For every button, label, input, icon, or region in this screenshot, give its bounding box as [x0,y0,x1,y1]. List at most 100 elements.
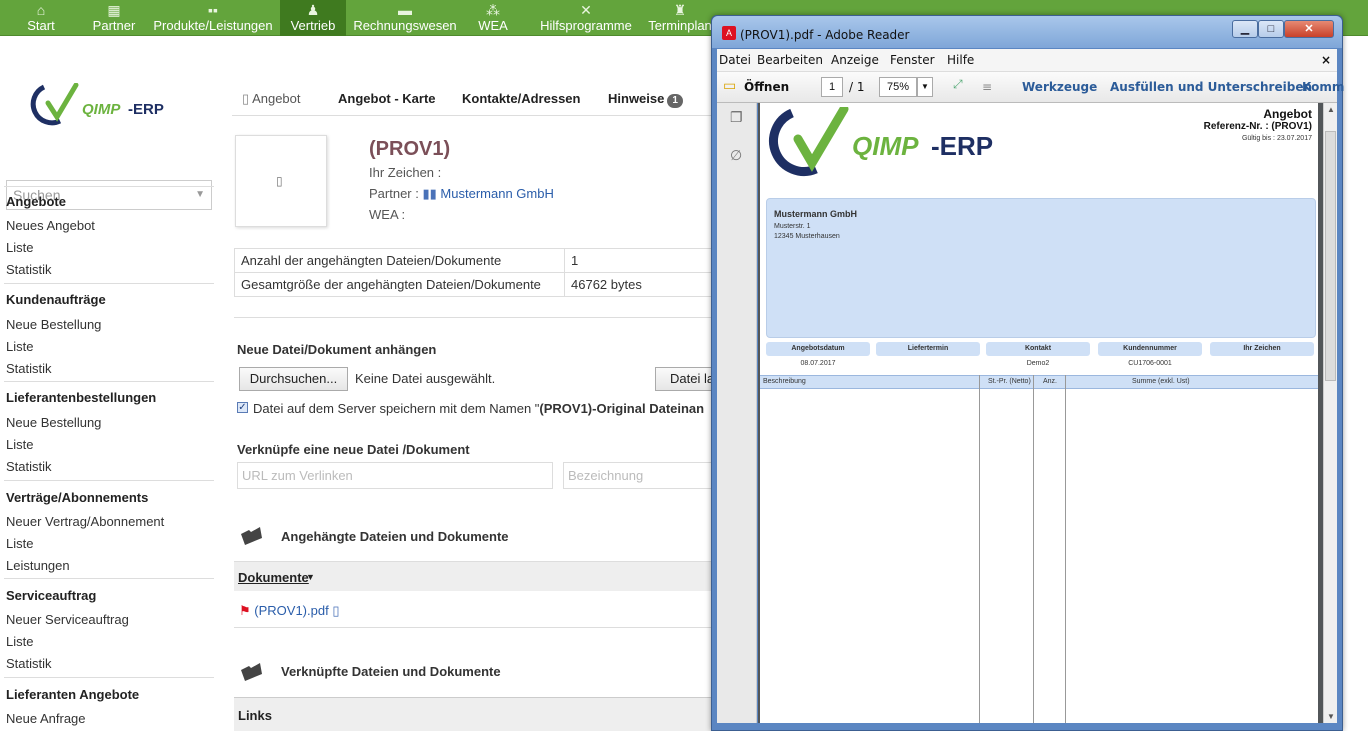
sidebar-link[interactable]: Statistik [6,262,52,277]
attachment-info-table: Anzahl der angehängten Dateien/Dokumente… [234,248,714,297]
chevron-down-icon[interactable]: ▼ [917,77,933,97]
tools-icon: ✕ [580,2,592,18]
sidebar-link[interactable]: Statistik [6,361,52,376]
documents-header[interactable]: Dokumente ▼ [234,561,714,591]
menu-bearbeiten[interactable]: Bearbeiten [757,53,823,67]
sidebar-link[interactable]: Neuer Serviceauftrag [6,612,129,627]
scrollbar-thumb[interactable] [1325,131,1336,381]
vertical-scrollbar[interactable]: ▲ ▼ [1323,103,1337,723]
table-cell: 46762 bytes [564,272,714,297]
attachment-icon[interactable]: ∅ [730,147,742,164]
pdf-street: Musterstr. 1 [774,223,811,230]
partner-link[interactable]: Mustermann GmbH [440,186,553,201]
nav-accounting[interactable]: ▬ Rechnungswesen [346,0,464,36]
reader-menubar: Datei Bearbeiten Anzeige Fenster Hilfe × [717,49,1337,71]
sidebar-link[interactable]: Liste [6,437,33,452]
scroll-down-icon[interactable]: ▼ [1327,712,1335,721]
page-title: (PROV1) [369,138,451,160]
folder-open-icon[interactable]: ▭ [723,78,736,94]
zoom-select[interactable]: 75% [879,77,917,97]
page-number-input[interactable]: 1 [821,77,843,97]
sidebar-link[interactable]: Leistungen [6,558,70,573]
section-heading: Neue Datei/Dokument anhängen [237,342,437,357]
document-icon: ▯ [276,174,283,188]
sidebar-link[interactable]: Statistik [6,656,52,671]
document-thumbnail[interactable]: ▯ [235,135,327,227]
nav-schedule[interactable]: ♜ Terminplan [644,0,716,36]
name-input[interactable]: Bezeichnung [563,462,713,489]
url-input[interactable]: URL zum Verlinken [237,462,553,489]
nav-start[interactable]: ⌂ Start [0,0,82,36]
divider [4,283,214,284]
tab-hinweise[interactable]: Hinweise 1 [608,91,683,108]
comment-button[interactable]: Komm [1302,80,1344,94]
tools-button[interactable]: Werkzeuge [1022,80,1097,94]
pdf-column-header: Kontakt [986,342,1090,356]
section-title: Lieferanten Angebote [6,687,140,702]
save-name-checkbox[interactable]: ✓ [237,402,248,413]
sidebar-link[interactable]: Neue Bestellung [6,415,101,430]
close-button[interactable]: ✕ [1284,20,1334,38]
links-header: Links [234,697,714,731]
pdf-company: Mustermann GmbH [774,209,858,219]
menu-anzeige[interactable]: Anzeige [831,53,879,67]
svg-text:QIMP: QIMP [852,131,919,161]
open-button[interactable]: Öffnen [744,80,789,94]
divider [4,677,214,678]
nav-partner[interactable]: ▦ Partner [82,0,146,36]
more-tools-icon[interactable]: ≡ [982,80,992,94]
nav-wea[interactable]: ⁂ WEA [464,0,522,36]
sidebar-link[interactable]: Neue Bestellung [6,317,101,332]
pdf-table-line [979,375,980,723]
pdf-viewport[interactable]: QIMP -ERP Angebot Referenz-Nr. : (PROV1)… [758,103,1324,723]
pdf-icon: ⚑ [239,603,251,618]
nav-tools[interactable]: ✕ Hilfsprogramme [532,0,640,36]
reader-navigation-pane: ❐ ∅ [717,103,757,723]
reader-titlebar[interactable]: A (PROV1).pdf - Adobe Reader ▁ □ ✕ [712,16,1342,48]
table-row: Anzahl der angehängten Dateien/Dokumente… [234,248,714,273]
tab-kontakte[interactable]: Kontakte/Adressen [462,91,580,106]
divider [4,381,214,382]
sidebar-link[interactable]: Liste [6,240,33,255]
products-icon: ▪▪ [208,2,218,18]
section-heading: Verknüpfte Dateien und Dokumente [281,664,501,679]
upload-button[interactable]: Datei la [655,367,715,391]
sidebar-link[interactable]: Neues Angebot [6,218,95,233]
pdf-reference: Referenz-Nr. : (PROV1) [1203,121,1312,132]
sidebar-link[interactable]: Neue Anfrage [6,711,86,726]
minimize-button[interactable]: ▁ [1232,20,1258,38]
pages-icon[interactable]: ❐ [730,109,743,126]
nav-products[interactable]: ▪▪ Produkte/Leistungen [146,0,280,36]
divider [4,186,214,187]
sidebar-link[interactable]: Liste [6,634,33,649]
pdf-column-header: Ihr Zeichen [1210,342,1314,356]
sidebar-link[interactable]: Liste [6,536,33,551]
accounting-icon: ▬ [398,2,412,18]
sidebar-link[interactable]: Statistik [6,459,52,474]
menu-fenster[interactable]: Fenster [890,53,935,67]
pdf-column-header: Kundennummer [1098,342,1202,356]
tab-angebot-karte[interactable]: Angebot - Karte [338,91,436,106]
menu-datei[interactable]: Datei [719,53,751,67]
nav-vertrieb[interactable]: ♟ Vertrieb [280,0,346,36]
preview-icon[interactable]: ▯ [332,603,339,618]
scroll-up-icon[interactable]: ▲ [1327,105,1335,114]
maximize-button[interactable]: □ [1258,20,1284,38]
section-heading: Verknüpfe eine neue Datei /Dokument [237,442,470,457]
tab-angebot[interactable]: ▯ Angebot [242,91,301,107]
fill-sign-button[interactable]: Ausfüllen und Unterschreiben [1110,80,1312,94]
wea-label: WEA : [369,207,406,222]
qimp-erp-logo: QIMP -ERP [769,107,993,176]
section-heading: Angehängte Dateien und Dokumente [281,529,509,544]
close-document-icon[interactable]: × [1321,53,1331,67]
background-page-edge [1343,36,1368,731]
sidebar-link[interactable]: Liste [6,339,33,354]
fit-page-icon[interactable]: ⤢ [953,77,963,92]
section-title: Lieferantenbestellungen [6,390,157,405]
menu-hilfe[interactable]: Hilfe [947,53,974,67]
sidebar-link[interactable]: Neuer Vertrag/Abonnement [6,514,164,529]
pdf-file-link[interactable]: ⚑ (PROV1).pdf ▯ [239,603,339,619]
browse-button[interactable]: Durchsuchen... [239,367,348,391]
app-root: ⌂ Start ▦ Partner ▪▪ Produkte/Leistungen… [0,0,1368,731]
company-icon: ▮▮ [422,186,437,201]
